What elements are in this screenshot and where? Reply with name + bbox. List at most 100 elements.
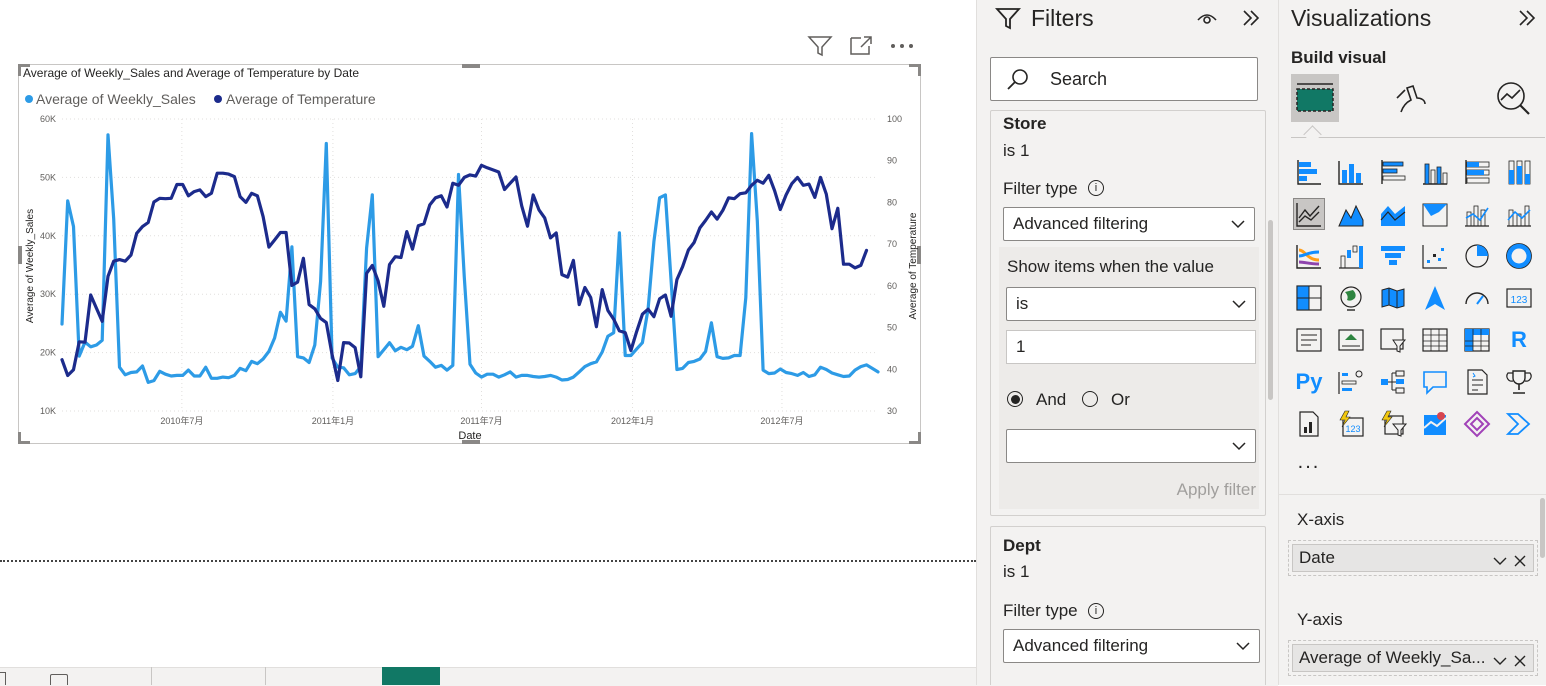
matrix-icon[interactable] xyxy=(1461,324,1493,356)
y-left-tick-label: 50K xyxy=(40,172,56,182)
x-axis-field-name: Date xyxy=(1299,548,1335,567)
and-radio[interactable] xyxy=(1007,391,1023,407)
arcgis-map-icon[interactable] xyxy=(1419,408,1451,440)
gauge-icon[interactable] xyxy=(1461,282,1493,314)
or-label: Or xyxy=(1111,390,1130,409)
info-icon[interactable]: i xyxy=(1088,180,1104,196)
x-axis-title: Date xyxy=(458,430,481,442)
filter-type-value: Advanced filtering xyxy=(1013,636,1149,655)
kpi-icon[interactable] xyxy=(1335,324,1367,356)
legend-marker-weekly-sales xyxy=(25,95,33,103)
collapse-filters-icon[interactable] xyxy=(1239,8,1263,33)
100-stacked-column-chart-icon[interactable] xyxy=(1503,156,1535,188)
table-icon[interactable] xyxy=(1419,324,1451,356)
filters-search-input[interactable]: Search xyxy=(990,57,1258,101)
x-axis-well-label: X-axis xyxy=(1297,510,1345,529)
power-apps-card-icon[interactable]: 123 xyxy=(1335,408,1367,440)
power-apps-slicer-icon[interactable] xyxy=(1377,408,1409,440)
page-nav-icon[interactable] xyxy=(0,672,6,685)
y-axis-field-pill[interactable]: Average of Weekly_Sa... xyxy=(1292,644,1534,672)
clustered-bar-chart-icon[interactable] xyxy=(1377,156,1409,188)
legend-item-temperature: Average of Temperature xyxy=(226,91,376,107)
stacked-bar-chart-icon[interactable] xyxy=(1293,156,1325,188)
y-right-tick-label: 50 xyxy=(887,323,897,333)
report-canvas: Average of Weekly_Sales and Average of T… xyxy=(0,0,976,685)
decomposition-tree-icon[interactable] xyxy=(1377,366,1409,398)
line-chart-icon[interactable] xyxy=(1293,198,1325,230)
visualizations-scrollbar[interactable] xyxy=(1540,498,1545,558)
key-influencers-icon[interactable] xyxy=(1335,366,1367,398)
condition-1-dropdown[interactable]: is xyxy=(1006,287,1256,321)
build-visual-label: Build visual xyxy=(1291,48,1387,67)
format-visual-tab-icon[interactable] xyxy=(1391,78,1431,123)
build-visual-tab-icon[interactable] xyxy=(1291,74,1339,122)
stacked-column-chart-icon[interactable] xyxy=(1335,156,1367,188)
info-icon[interactable]: i xyxy=(1088,603,1104,619)
100-stacked-area-chart-icon[interactable] xyxy=(1419,198,1451,230)
remove-field-icon[interactable] xyxy=(1513,554,1527,568)
power-automate-icon[interactable] xyxy=(1503,408,1535,440)
funnel-chart-icon[interactable] xyxy=(1377,240,1409,272)
card-icon[interactable]: 123 xyxy=(1503,282,1535,314)
treemap-icon[interactable] xyxy=(1293,282,1325,314)
or-radio[interactable] xyxy=(1082,391,1098,407)
line-and-clustered-column-chart-icon[interactable] xyxy=(1503,198,1535,230)
waterfall-chart-icon[interactable] xyxy=(1335,240,1367,272)
paginated-report-icon[interactable] xyxy=(1293,408,1325,440)
chevron-down-icon[interactable] xyxy=(1493,654,1507,668)
chevron-down-icon[interactable] xyxy=(1493,554,1507,568)
value-1-input[interactable]: 1 xyxy=(1006,330,1256,364)
stacked-area-chart-icon[interactable] xyxy=(1377,198,1409,230)
y-axis-right-title: Average of Temperature xyxy=(908,212,919,319)
pie-chart-icon[interactable] xyxy=(1461,240,1493,272)
line-and-stacked-column-chart-icon[interactable] xyxy=(1461,198,1493,230)
y-left-tick-label: 20K xyxy=(40,348,56,358)
power-apps-icon[interactable] xyxy=(1461,408,1493,440)
condition-1-value: is xyxy=(1016,294,1029,313)
python-visual-icon[interactable]: Py xyxy=(1293,366,1325,398)
more-visuals-icon[interactable]: ... xyxy=(1293,446,1325,478)
y-axis-well[interactable]: Average of Weekly_Sa... xyxy=(1288,640,1538,676)
chevron-down-icon xyxy=(1232,300,1246,309)
svg-text:123: 123 xyxy=(1511,295,1528,306)
y-axis-field-name: Average of Weekly_Sa... xyxy=(1299,648,1486,667)
goals-trophy-icon[interactable] xyxy=(1503,366,1535,398)
r-script-visual-icon[interactable]: R xyxy=(1503,324,1535,356)
smart-narrative-icon[interactable] xyxy=(1461,366,1493,398)
condition-2-dropdown[interactable] xyxy=(1006,429,1256,463)
filter-type-dropdown[interactable]: Advanced filtering xyxy=(1003,629,1260,663)
analytics-tab-icon[interactable] xyxy=(1493,78,1533,123)
y-axis-right-ticks: 30 40 50 60 70 80 90 100 xyxy=(887,114,902,416)
apply-filter-button[interactable]: Apply filter xyxy=(1177,480,1256,500)
page-tab-active[interactable] xyxy=(382,667,440,685)
x-axis-field-pill[interactable]: Date xyxy=(1292,544,1534,572)
qa-visual-icon[interactable] xyxy=(1419,366,1451,398)
chart-legend[interactable]: Average of Weekly_Sales Average of Tempe… xyxy=(25,91,376,107)
clustered-column-chart-icon[interactable] xyxy=(1419,156,1451,188)
x-tick-label: 2012年1月 xyxy=(611,415,654,426)
collapse-visualizations-icon[interactable] xyxy=(1515,8,1539,33)
slicer-icon[interactable] xyxy=(1377,324,1409,356)
map-icon[interactable] xyxy=(1335,282,1367,314)
eye-icon[interactable] xyxy=(1195,8,1219,33)
filter-type-label: Filter type xyxy=(1003,179,1078,198)
ribbon-chart-icon[interactable] xyxy=(1293,240,1325,272)
filter-card-dept[interactable]: Dept is 1 Filter type i Advanced filteri… xyxy=(990,526,1266,685)
filters-scrollbar[interactable] xyxy=(1268,220,1273,400)
donut-chart-icon[interactable] xyxy=(1503,240,1535,272)
x-axis-ticks: 2010年7月 2011年1月 2011年7月 2012年1月 2012年7月 xyxy=(160,415,803,426)
tab-separator xyxy=(151,667,152,685)
series-line-weekly-sales xyxy=(60,132,880,384)
filter-type-dropdown[interactable]: Advanced filtering xyxy=(1003,207,1255,241)
area-chart-icon[interactable] xyxy=(1335,198,1367,230)
100-stacked-bar-chart-icon[interactable] xyxy=(1461,156,1493,188)
remove-field-icon[interactable] xyxy=(1513,654,1527,668)
filter-card-store[interactable]: Store is 1 Filter type i Advanced filter… xyxy=(990,110,1266,516)
radio-selected-dot xyxy=(1010,394,1020,404)
page-view-icon[interactable] xyxy=(50,674,68,685)
azure-map-icon[interactable] xyxy=(1419,282,1451,314)
x-axis-well[interactable]: Date xyxy=(1288,540,1538,576)
scatter-chart-icon[interactable] xyxy=(1419,240,1451,272)
multi-row-card-icon[interactable] xyxy=(1293,324,1325,356)
filled-map-icon[interactable] xyxy=(1377,282,1409,314)
